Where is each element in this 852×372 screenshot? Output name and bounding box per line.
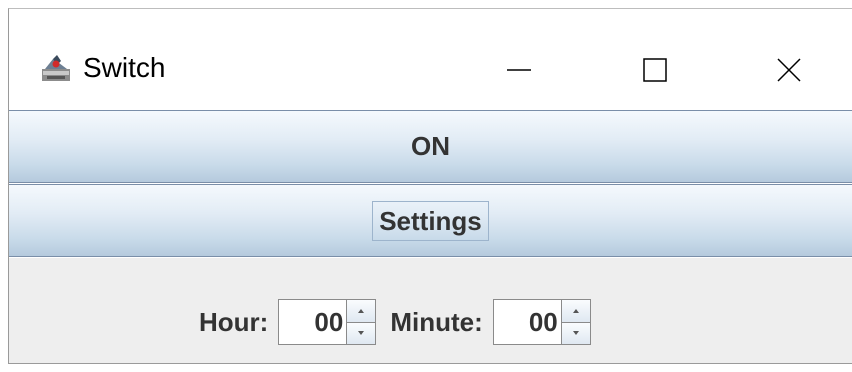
screen: Switch ON Settings Hour: 00 Minute: 00 xyxy=(0,0,852,372)
minute-label: Minute: xyxy=(390,306,483,337)
minimize-icon xyxy=(507,69,531,71)
minute-spinner-buttons xyxy=(560,299,591,345)
maximize-button[interactable] xyxy=(615,37,695,103)
window-title: Switch xyxy=(83,52,166,83)
hour-spinner[interactable]: 00 xyxy=(278,299,377,345)
hour-spinner-buttons xyxy=(346,299,377,345)
settings-button[interactable]: Settings xyxy=(9,184,852,257)
close-icon xyxy=(777,58,801,82)
hour-label: Hour: xyxy=(199,306,269,337)
on-button-label: ON xyxy=(411,131,450,161)
minute-spinner[interactable]: 00 xyxy=(492,299,591,345)
minimize-button[interactable] xyxy=(479,37,559,103)
hour-field[interactable]: 00 xyxy=(278,299,347,345)
close-button[interactable] xyxy=(749,37,829,103)
hour-decrement-button[interactable] xyxy=(346,322,377,345)
switch-window: Switch ON Settings Hour: 00 Minute: 00 xyxy=(8,8,852,364)
time-row: Hour: 00 Minute: 00 xyxy=(199,299,605,345)
title-bar[interactable]: Switch xyxy=(9,9,852,109)
minute-increment-button[interactable] xyxy=(560,299,591,323)
settings-button-label: Settings xyxy=(372,200,489,241)
minute-field[interactable]: 00 xyxy=(492,299,561,345)
arrow-down-icon xyxy=(572,331,579,336)
hour-increment-button[interactable] xyxy=(346,299,377,323)
arrow-up-icon xyxy=(358,308,365,313)
minute-decrement-button[interactable] xyxy=(560,322,591,345)
arrow-down-icon xyxy=(358,331,365,336)
arrow-up-icon xyxy=(572,308,579,313)
java-app-icon xyxy=(41,53,71,83)
maximize-icon xyxy=(643,58,667,82)
time-panel: Hour: 00 Minute: 00 xyxy=(9,258,852,363)
on-toggle-button[interactable]: ON xyxy=(9,110,852,183)
